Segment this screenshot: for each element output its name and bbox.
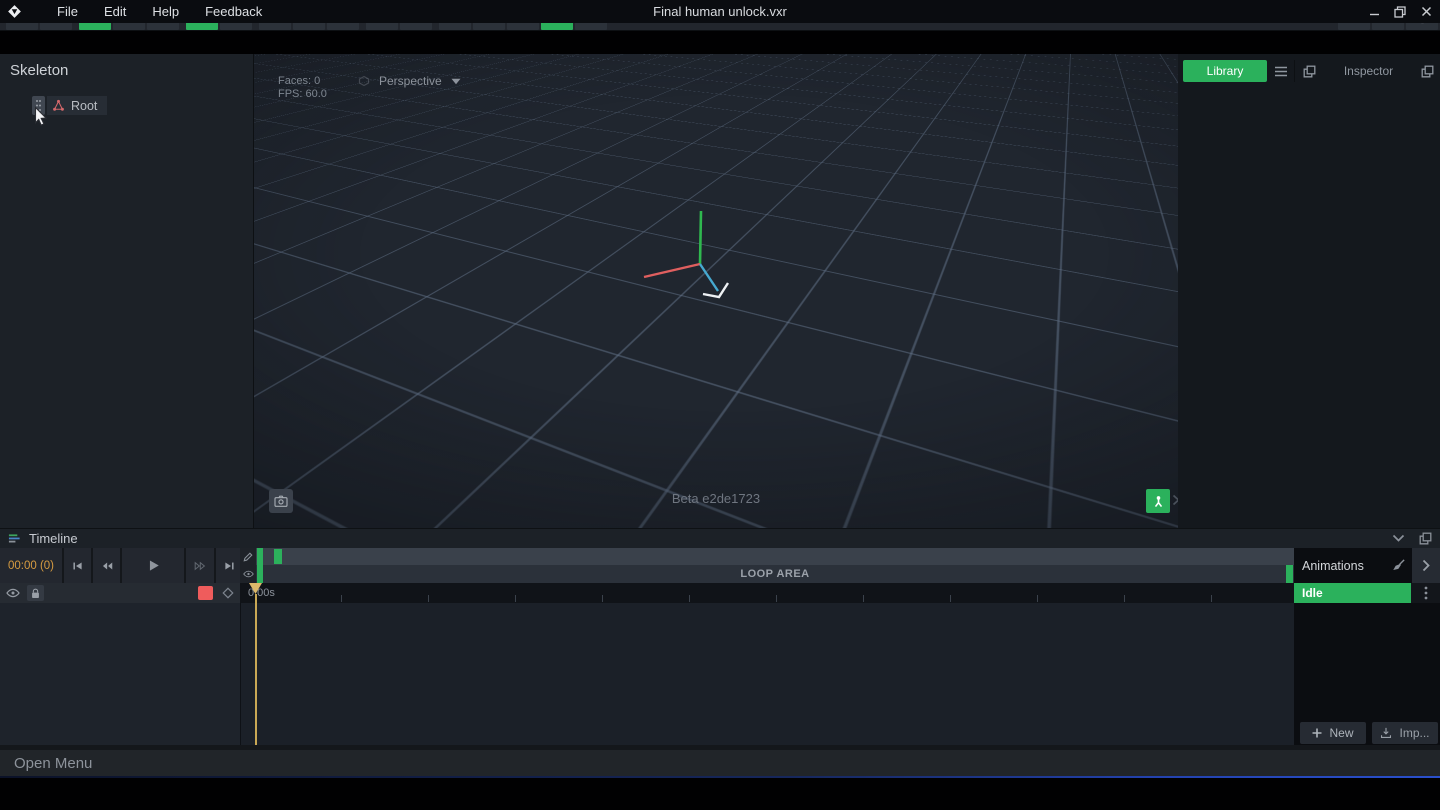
title-bar: File Edit Help Feedback Final human unlo…: [0, 0, 1440, 23]
new-animation-label: New: [1329, 726, 1353, 740]
pose-mode-button[interactable]: [1146, 489, 1170, 513]
right-panel: Library Inspector: [1178, 54, 1440, 528]
rewind-button[interactable]: [93, 548, 120, 583]
import-animation-label: Imp...: [1399, 726, 1429, 740]
timeline-title: Timeline: [29, 531, 78, 546]
loop-end-handle[interactable]: [1286, 565, 1293, 583]
inspector-tab[interactable]: Inspector: [1294, 60, 1440, 82]
axis-gizmo: [254, 54, 1178, 528]
inspector-tab-label: Inspector: [1316, 64, 1421, 78]
camera-mode-icon: [358, 75, 370, 87]
timecode-display: 00:00 (0): [0, 548, 62, 583]
pop-out-icon[interactable]: [1419, 532, 1432, 545]
faces-counter: Faces: 0: [278, 75, 327, 88]
app-logo-icon: [7, 4, 22, 19]
skeleton-panel: Skeleton Root: [0, 54, 254, 528]
menu-file[interactable]: File: [44, 0, 91, 23]
skeleton-panel-title: Skeleton: [10, 62, 68, 79]
animations-title: Animations: [1302, 559, 1364, 573]
animation-clip-row[interactable]: Idle: [1294, 583, 1440, 603]
eye-icon[interactable]: [240, 565, 256, 583]
menu-feedback[interactable]: Feedback: [192, 0, 275, 23]
timeline-header: Timeline: [0, 528, 1440, 548]
clip-options-dots-icon[interactable]: [1411, 583, 1440, 603]
loop-area-label: LOOP AREA: [740, 568, 809, 580]
pencil-icon[interactable]: [240, 548, 256, 565]
timeline-tracks-icon: [8, 532, 21, 545]
animations-panel: Animations Idle New Imp...: [1294, 548, 1440, 745]
keyframe-marker[interactable]: [274, 549, 282, 564]
bone-joint-icon: [52, 99, 65, 112]
menu-bar: File Edit Help Feedback: [44, 0, 275, 23]
skeleton-node-label: Root: [71, 99, 97, 113]
loop-area-bar[interactable]: LOOP AREA: [256, 565, 1294, 583]
camera-mode-label: Perspective: [379, 74, 442, 88]
track-list-area: [0, 603, 240, 745]
ruler-ticks: [255, 595, 1294, 602]
marker-tools-column: [240, 548, 256, 583]
collapse-panel-chevron-icon[interactable]: [1392, 534, 1405, 543]
track-options-row: [0, 583, 240, 603]
play-button[interactable]: [122, 548, 184, 583]
animation-clip-selected[interactable]: Idle: [1294, 583, 1411, 603]
timeline-ruler[interactable]: 0:00s: [240, 583, 1294, 603]
timeline-tracks-area[interactable]: [240, 603, 1294, 745]
add-keyframe-diamond-icon[interactable]: [221, 586, 235, 600]
new-animation-button[interactable]: New: [1300, 722, 1366, 744]
fast-forward-button[interactable]: [186, 548, 214, 583]
taskbar-accent-line: [0, 776, 1440, 778]
lock-icon[interactable]: [27, 585, 44, 601]
keyframe-marker-strip[interactable]: [256, 548, 1294, 565]
camera-mode-dropdown[interactable]: Perspective: [358, 71, 461, 91]
pop-out-icon[interactable]: [1303, 65, 1316, 78]
status-bar[interactable]: Open Menu: [0, 750, 1440, 776]
playhead-handle[interactable]: [249, 583, 262, 594]
import-animation-button[interactable]: Imp...: [1372, 722, 1438, 744]
skeleton-node-root[interactable]: Root: [47, 96, 107, 115]
track-color-swatch[interactable]: [198, 586, 213, 600]
animation-clip-label: Idle: [1302, 586, 1323, 600]
download-icon: [1380, 727, 1392, 739]
minimize-button[interactable]: [1364, 0, 1384, 23]
app-window: File Edit Help Feedback Final human unlo…: [0, 0, 1440, 810]
fps-counter: FPS: 60.0: [278, 88, 327, 101]
viewport-3d[interactable]: Faces: 0 FPS: 60.0 Perspective Beta e2de…: [254, 54, 1178, 528]
library-menu-icon[interactable]: [1270, 60, 1292, 82]
chevron-down-icon: [451, 78, 461, 85]
viewport-stats: Faces: 0 FPS: 60.0: [278, 75, 327, 101]
restore-button[interactable]: [1390, 0, 1410, 23]
playhead-line[interactable]: [255, 594, 257, 745]
broom-icon[interactable]: [1391, 558, 1406, 573]
skip-start-button[interactable]: [64, 548, 91, 583]
pop-out-icon[interactable]: [1421, 65, 1434, 78]
visibility-eye-icon[interactable]: [6, 588, 20, 598]
mouse-cursor: [34, 106, 49, 127]
menu-help[interactable]: Help: [139, 0, 192, 23]
library-tab-button[interactable]: Library: [1183, 60, 1267, 82]
menu-edit[interactable]: Edit: [91, 0, 139, 23]
build-version-label: Beta e2de1723: [254, 491, 1178, 506]
collapse-animations-chevron-icon[interactable]: [1412, 548, 1440, 583]
plus-icon: [1312, 728, 1322, 738]
close-button[interactable]: [1416, 0, 1436, 23]
loop-start-marker[interactable]: [257, 548, 263, 565]
open-menu-label: Open Menu: [14, 755, 92, 772]
skip-end-button[interactable]: [216, 548, 242, 583]
loop-start-handle[interactable]: [257, 565, 263, 583]
transport-controls: 00:00 (0): [0, 548, 240, 583]
